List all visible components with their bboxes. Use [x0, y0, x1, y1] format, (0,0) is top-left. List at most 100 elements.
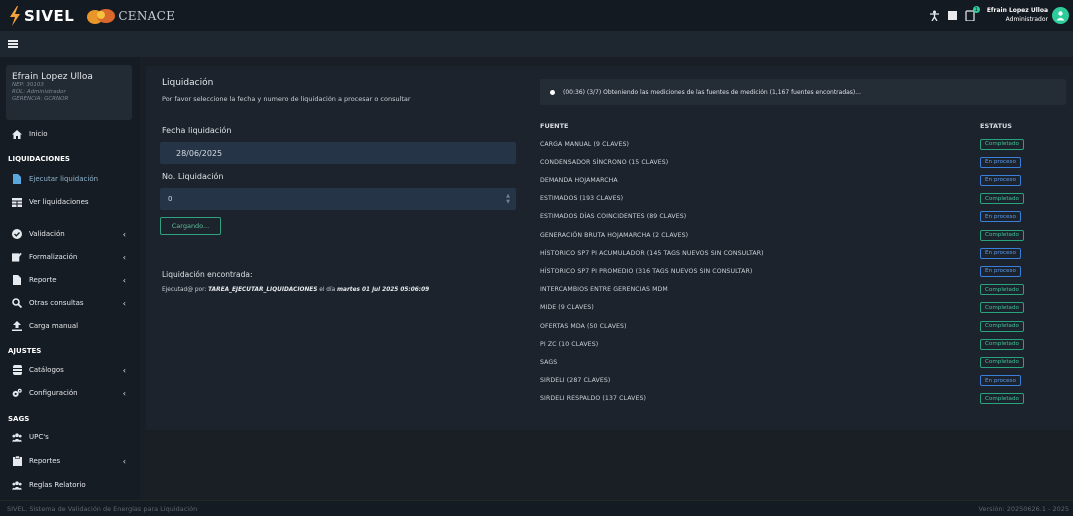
- status-badge: Completado: [980, 229, 1024, 241]
- sidebar-item-upcs[interactable]: UPC's: [0, 430, 140, 444]
- section-liquidaciones: LIQUIDACIONES: [8, 155, 70, 163]
- fuente-cell: OFERTAS MDA (50 CLAVES): [540, 322, 627, 330]
- progress-message: (00:36) (3/7) Obteniendo las mediciones …: [540, 79, 1066, 105]
- found-title: Liquidación encontrada:: [162, 270, 253, 279]
- avatar[interactable]: [1052, 6, 1069, 24]
- cargando-button[interactable]: Cargando...: [160, 217, 221, 235]
- profile-name: Efrain Lopez Ulloa: [12, 72, 93, 82]
- profile-gerencia: GERENCIA: GCRNOR: [12, 96, 69, 102]
- table-row: SIRDELI (287 CLAVES) En proceso: [540, 372, 1066, 390]
- sidebar-item-carga-manual[interactable]: Carga manual: [0, 319, 140, 333]
- sidebar-item-label: UPC's: [29, 433, 49, 441]
- user-role: Administrador: [1005, 16, 1048, 23]
- fuente-cell: ESTIMADOS DÍAS COINCIDENTES (89 CLAVES): [540, 213, 687, 221]
- notifications-icon[interactable]: 1: [965, 6, 980, 21]
- found-mid: el día: [317, 287, 337, 293]
- footer-app-name: SIVEL. Sistema de Validación de Energías…: [7, 504, 198, 513]
- status-badge: En proceso: [980, 375, 1021, 387]
- sidebar-item-inicio[interactable]: Inicio: [0, 127, 140, 141]
- table-row: CARGA MANUAL (9 CLAVES) Completado: [540, 135, 1066, 153]
- profile-rol: ROL: Administrador: [12, 89, 66, 95]
- numero-label: No. Liquidación: [162, 172, 224, 181]
- status-badge: En proceso: [980, 174, 1021, 186]
- table-row: CONDENSADOR SÍNCRONO (15 CLAVES) En proce…: [540, 153, 1066, 171]
- page-subtitle: Por favor seleccione la fecha y numero d…: [162, 95, 411, 103]
- sivel-logo-text: SIVEL: [24, 6, 75, 25]
- fuente-cell: GENERACIÓN BRUTA HOJAMARCHA (2 CLAVES): [540, 231, 689, 239]
- numero-liquidacion-input[interactable]: 0 ▲ ▼: [160, 188, 516, 210]
- status-badge: Completado: [980, 338, 1024, 350]
- sidebar-item-label: Configuración: [29, 389, 78, 397]
- progress-dot-icon: [550, 89, 555, 95]
- sidebar-item-validacion[interactable]: Validación ‹: [0, 227, 140, 241]
- top-navbar: SIVEL CENACE 1 Efrain Lopez Ulloa Admini…: [0, 0, 1073, 31]
- footer: SIVEL. Sistema de Validación de Energías…: [0, 500, 1073, 516]
- sivel-logo[interactable]: SIVEL: [8, 5, 75, 26]
- chevron-left-icon: ‹: [122, 388, 126, 398]
- sidebar-item-label: Otras consultas: [29, 299, 84, 307]
- sidebar-item-ver-liquidaciones[interactable]: Ver liquidaciones: [0, 195, 140, 209]
- column-header-fuente: FUENTE: [540, 122, 569, 130]
- sidebar-item-reporte[interactable]: Reporte ‹: [0, 273, 140, 287]
- sidebar-item-label: Reportes: [29, 457, 61, 465]
- square-icon[interactable]: [947, 9, 959, 21]
- fuente-cell: HÍSTORICO SP7 PI PROMEDIO (316 TAGS NUEV…: [540, 267, 753, 275]
- user-info[interactable]: Efrain Lopez Ulloa Administrador: [987, 6, 1048, 24]
- status-badge: Completado: [980, 193, 1024, 205]
- sub-navbar: [0, 31, 1073, 57]
- cenace-emblem-icon: [87, 8, 116, 24]
- sidebar-item-label: Ejecutar liquidación: [29, 175, 99, 183]
- sidebar-item-reglas-relatorio[interactable]: Reglas Relatorio: [0, 478, 140, 492]
- sidebar-item-ejecutar-liquidacion[interactable]: Ejecutar liquidación: [0, 172, 140, 186]
- table-row: ESTIMADOS DÍAS COINCIDENTES (89 CLAVES) E…: [540, 208, 1066, 226]
- sidebar-item-label: Carga manual: [29, 322, 79, 330]
- sidebar-item-catalogos[interactable]: Catálogos ‹: [0, 363, 140, 377]
- table-icon: [12, 197, 22, 207]
- sidebar: Efrain Lopez Ulloa NEP: 30103 ROL: Admin…: [0, 57, 140, 500]
- hamburger-menu-icon[interactable]: [8, 40, 18, 48]
- gears-icon: [12, 388, 22, 398]
- chevron-left-icon: ‹: [122, 275, 126, 285]
- notification-count-badge: 1: [972, 6, 980, 13]
- fecha-liquidacion-input[interactable]: 28/06/2025: [160, 142, 516, 164]
- status-badge: Completado: [980, 356, 1024, 368]
- chevron-left-icon: ‹: [122, 365, 126, 375]
- fuente-cell: SIRDELI RESPALDO (137 CLAVES): [540, 395, 647, 403]
- table-row: HÍSTORICO SP7 PI PROMEDIO (316 TAGS NUEV…: [540, 262, 1066, 280]
- fuente-cell: SAGS: [540, 358, 558, 366]
- table-row: DEMANDA HOJAMARCHA En proceso: [540, 171, 1066, 189]
- status-badge: Completado: [980, 393, 1024, 405]
- sidebar-item-label: Formalización: [29, 253, 78, 261]
- sidebar-item-label: Reporte: [29, 276, 57, 284]
- fecha-label: Fecha liquidación: [162, 126, 232, 135]
- status-badge: En proceso: [980, 211, 1021, 223]
- spinner-arrows-icon[interactable]: ▲ ▼: [506, 193, 510, 205]
- home-icon: [12, 129, 22, 139]
- chevron-left-icon: ‹: [122, 456, 126, 466]
- sidebar-item-label: Validación: [29, 230, 65, 238]
- table-row: OFERTAS MDA (50 CLAVES) Completado: [540, 317, 1066, 335]
- status-badge: Completado: [980, 302, 1024, 314]
- section-sags: SAGS: [8, 415, 30, 423]
- status-badge: Completado: [980, 320, 1024, 332]
- accessibility-icon[interactable]: [929, 9, 941, 21]
- sidebar-item-label: Inicio: [29, 130, 48, 138]
- sidebar-item-reportes[interactable]: Reportes ‹: [0, 454, 140, 468]
- fuente-cell: ESTIMADOS (193 CLAVES): [540, 195, 624, 203]
- sidebar-item-configuracion[interactable]: Configuración ‹: [0, 386, 140, 400]
- search-icon: [12, 298, 22, 308]
- fuente-cell: PI ZC (10 CLAVES): [540, 340, 599, 348]
- profile-nep: NEP: 30103: [12, 82, 44, 88]
- table-row: MIDE (9 CLAVES) Completado: [540, 299, 1066, 317]
- edit-icon: [12, 252, 22, 262]
- fecha-value: 28/06/2025: [176, 148, 223, 158]
- sidebar-item-otras-consultas[interactable]: Otras consultas ‹: [0, 296, 140, 310]
- sidebar-item-formalizacion[interactable]: Formalización ‹: [0, 250, 140, 264]
- file-icon: [12, 174, 22, 184]
- status-badge: Completado: [980, 284, 1024, 296]
- cenace-text: CENACE: [118, 8, 176, 23]
- page-title: Liquidación: [162, 78, 214, 88]
- progress-text: (00:36) (3/7) Obteniendo las mediciones …: [563, 88, 861, 96]
- status-badge: En proceso: [980, 156, 1021, 168]
- column-header-estatus: ESTATUS: [980, 122, 1012, 130]
